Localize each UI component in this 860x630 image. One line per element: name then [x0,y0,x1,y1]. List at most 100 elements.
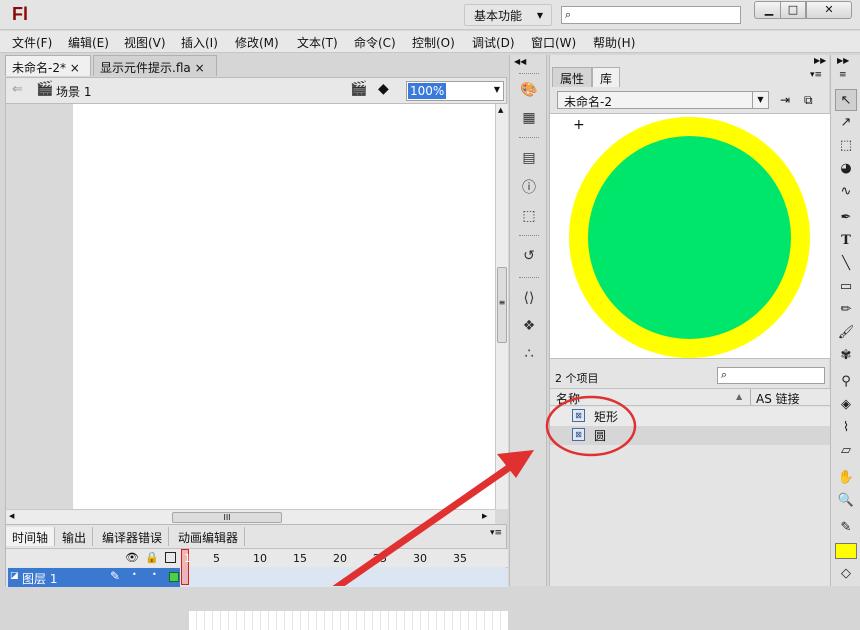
vertical-scroll-thumb[interactable]: ≡ [497,267,507,343]
components-icon[interactable]: ❖ [519,317,539,335]
stroke-color-tool[interactable]: ✎ [835,517,857,539]
library-list-empty-area[interactable] [550,445,830,586]
library-document-select[interactable]: 未命名-2 ▼ [557,91,769,109]
panel-menu-icon[interactable]: ≡ [839,70,847,80]
tab-untitled-2[interactable]: 未命名-2* × [5,55,91,76]
vertical-scrollbar[interactable]: ▲ ≡ [495,104,508,509]
menu-bar: 文件(F) 编辑(E) 视图(V) 插入(I) 修改(M) 文本(T) 命令(C… [0,31,860,53]
edit-scene-icon[interactable]: 🎬 [350,81,367,97]
library-item-rectangle[interactable]: ⊠ 矩形 [550,407,830,426]
menu-help[interactable]: 帮助(H) [593,34,635,51]
stage-canvas[interactable] [73,104,495,509]
panel-menu-icon[interactable]: ▾≡ [810,70,822,80]
paint-bucket-tool[interactable]: ◈ [835,394,857,416]
fill-color-swatch[interactable] [835,543,857,559]
grip-icon [519,73,539,77]
back-arrow-icon[interactable]: ⇐ [12,82,23,97]
menu-modify[interactable]: 修改(M) [235,34,279,51]
menu-window[interactable]: 窗口(W) [531,34,576,51]
pen-tool[interactable]: ✒ [835,207,857,229]
tab-properties[interactable]: 属性 [552,67,593,87]
scroll-right-icon[interactable]: ▶ [482,512,487,520]
tab-label: 显示元件提示.fla [100,61,191,75]
free-transform-tool[interactable]: ⬚ [835,135,857,157]
code-snippets-icon[interactable]: ⟨⟩ [519,289,539,307]
horizontal-scroll-thumb[interactable]: III [172,512,282,523]
maximize-button[interactable]: □ [780,1,806,19]
help-search-input[interactable]: ⌕ [561,6,741,24]
library-item-circle[interactable]: ⊠ 圆 [550,426,830,445]
fill-color-tool[interactable]: ◇ [835,563,857,585]
eye-icon[interactable]: 👁 [125,551,139,564]
visibility-dot-icon[interactable]: • [132,570,137,579]
lock-icon[interactable]: 🔒 [145,551,159,564]
close-icon[interactable]: × [195,61,205,75]
sort-up-icon[interactable]: ▲ [736,392,742,401]
collapse-tools-icon[interactable]: ▶▶ [837,56,849,65]
hand-tool[interactable]: ✋ [835,467,857,489]
frame-strip[interactable] [189,611,508,630]
transform-icon[interactable]: ⬚ [519,207,539,225]
subselection-tool[interactable]: ↗ [835,112,857,134]
3d-rotation-tool[interactable]: ◕ [835,158,857,180]
layer-name[interactable]: ◪ 图层 1 ✎ • • [8,568,180,587]
edit-symbols-icon[interactable]: ◆ [378,81,389,97]
layer-row[interactable]: ◪ 图层 1 ✎ • • [6,568,508,630]
tab-symbol-tips-fla[interactable]: 显示元件提示.fla × [93,55,217,76]
menu-text[interactable]: 文本(T) [297,34,338,51]
bone-tool[interactable]: ⚲ [835,371,857,393]
pencil-icon: ✎ [110,569,121,583]
lasso-tool[interactable]: ∿ [835,181,857,203]
pencil-tool[interactable]: ✏ [835,299,857,321]
menu-control[interactable]: 控制(O) [412,34,455,51]
tab-motion-editor[interactable]: 动画编辑器 [172,527,246,546]
collapse-right-icon[interactable]: ▶▶ [814,56,826,65]
tab-compiler-errors[interactable]: 编译器错误 [96,527,170,546]
scroll-up-icon[interactable]: ▲ [498,106,503,114]
deco-tool[interactable]: ✾ [835,345,857,367]
close-icon[interactable]: × [70,61,80,75]
menu-commands[interactable]: 命令(C) [354,34,396,51]
swatches-icon[interactable]: ▦ [519,109,539,127]
tab-library[interactable]: 库 [592,67,621,87]
column-as-linkage[interactable]: AS 链接 [756,390,800,407]
line-tool[interactable]: ╲ [835,253,857,275]
menu-debug[interactable]: 调试(D) [472,34,515,51]
history-icon[interactable]: ↺ [519,247,539,265]
menu-edit[interactable]: 编辑(E) [68,34,109,51]
zoom-select[interactable]: 100% ▼ [406,81,504,101]
color-palette-icon[interactable]: 🎨 [519,81,539,99]
menu-view[interactable]: 视图(V) [124,34,166,51]
lock-dot-icon[interactable]: • [152,570,157,579]
align-icon[interactable]: ▤ [519,149,539,167]
panel-menu-icon[interactable]: ▾≡ [490,528,502,538]
scroll-left-icon[interactable]: ◀ [9,512,14,520]
motion-presets-icon[interactable]: ∴ [519,345,539,363]
library-item-name: 圆 [594,429,607,443]
info-icon[interactable]: ⓘ [519,179,539,197]
menu-file[interactable]: 文件(F) [12,34,52,51]
column-name[interactable]: 名称 [556,390,580,407]
rectangle-tool[interactable]: ▭ [835,276,857,298]
menu-insert[interactable]: 插入(I) [181,34,218,51]
text-tool[interactable]: T [835,230,857,252]
horizontal-scrollbar[interactable]: ◀ III ▶ [6,509,495,524]
eraser-tool[interactable]: ▱ [835,440,857,462]
library-panel: ▶▶ 属性 库 ▾≡ 未命名-2 ▼ ⇥ ⧉ + 2 个项目 ⌕ 名称 ▲ AS … [549,55,830,586]
edit-bar: ⇐ 🎬 场景 1 🎬 ◆ 100% ▼ [5,77,507,104]
workspace-switcher[interactable]: 基本功能 ▼ [464,4,552,26]
outline-icon[interactable] [165,552,176,563]
new-library-panel-icon[interactable]: ⧉ [804,93,813,108]
collapse-arrows-icon[interactable]: ◀◀ [514,57,526,66]
close-button[interactable]: ✕ [806,1,852,19]
library-search-input[interactable]: ⌕ [717,367,825,384]
pin-library-icon[interactable]: ⇥ [780,93,790,107]
outline-color-icon[interactable] [169,572,179,582]
zoom-tool[interactable]: 🔍 [835,490,857,512]
tab-output[interactable]: 输出 [56,527,94,546]
tab-timeline[interactable]: 时间轴 [6,527,56,546]
brush-tool[interactable]: 🖌 [835,322,857,344]
eyedropper-tool[interactable]: ⌇ [835,417,857,439]
selection-tool[interactable]: ↖ [835,89,857,111]
zoom-value: 100% [408,83,447,99]
